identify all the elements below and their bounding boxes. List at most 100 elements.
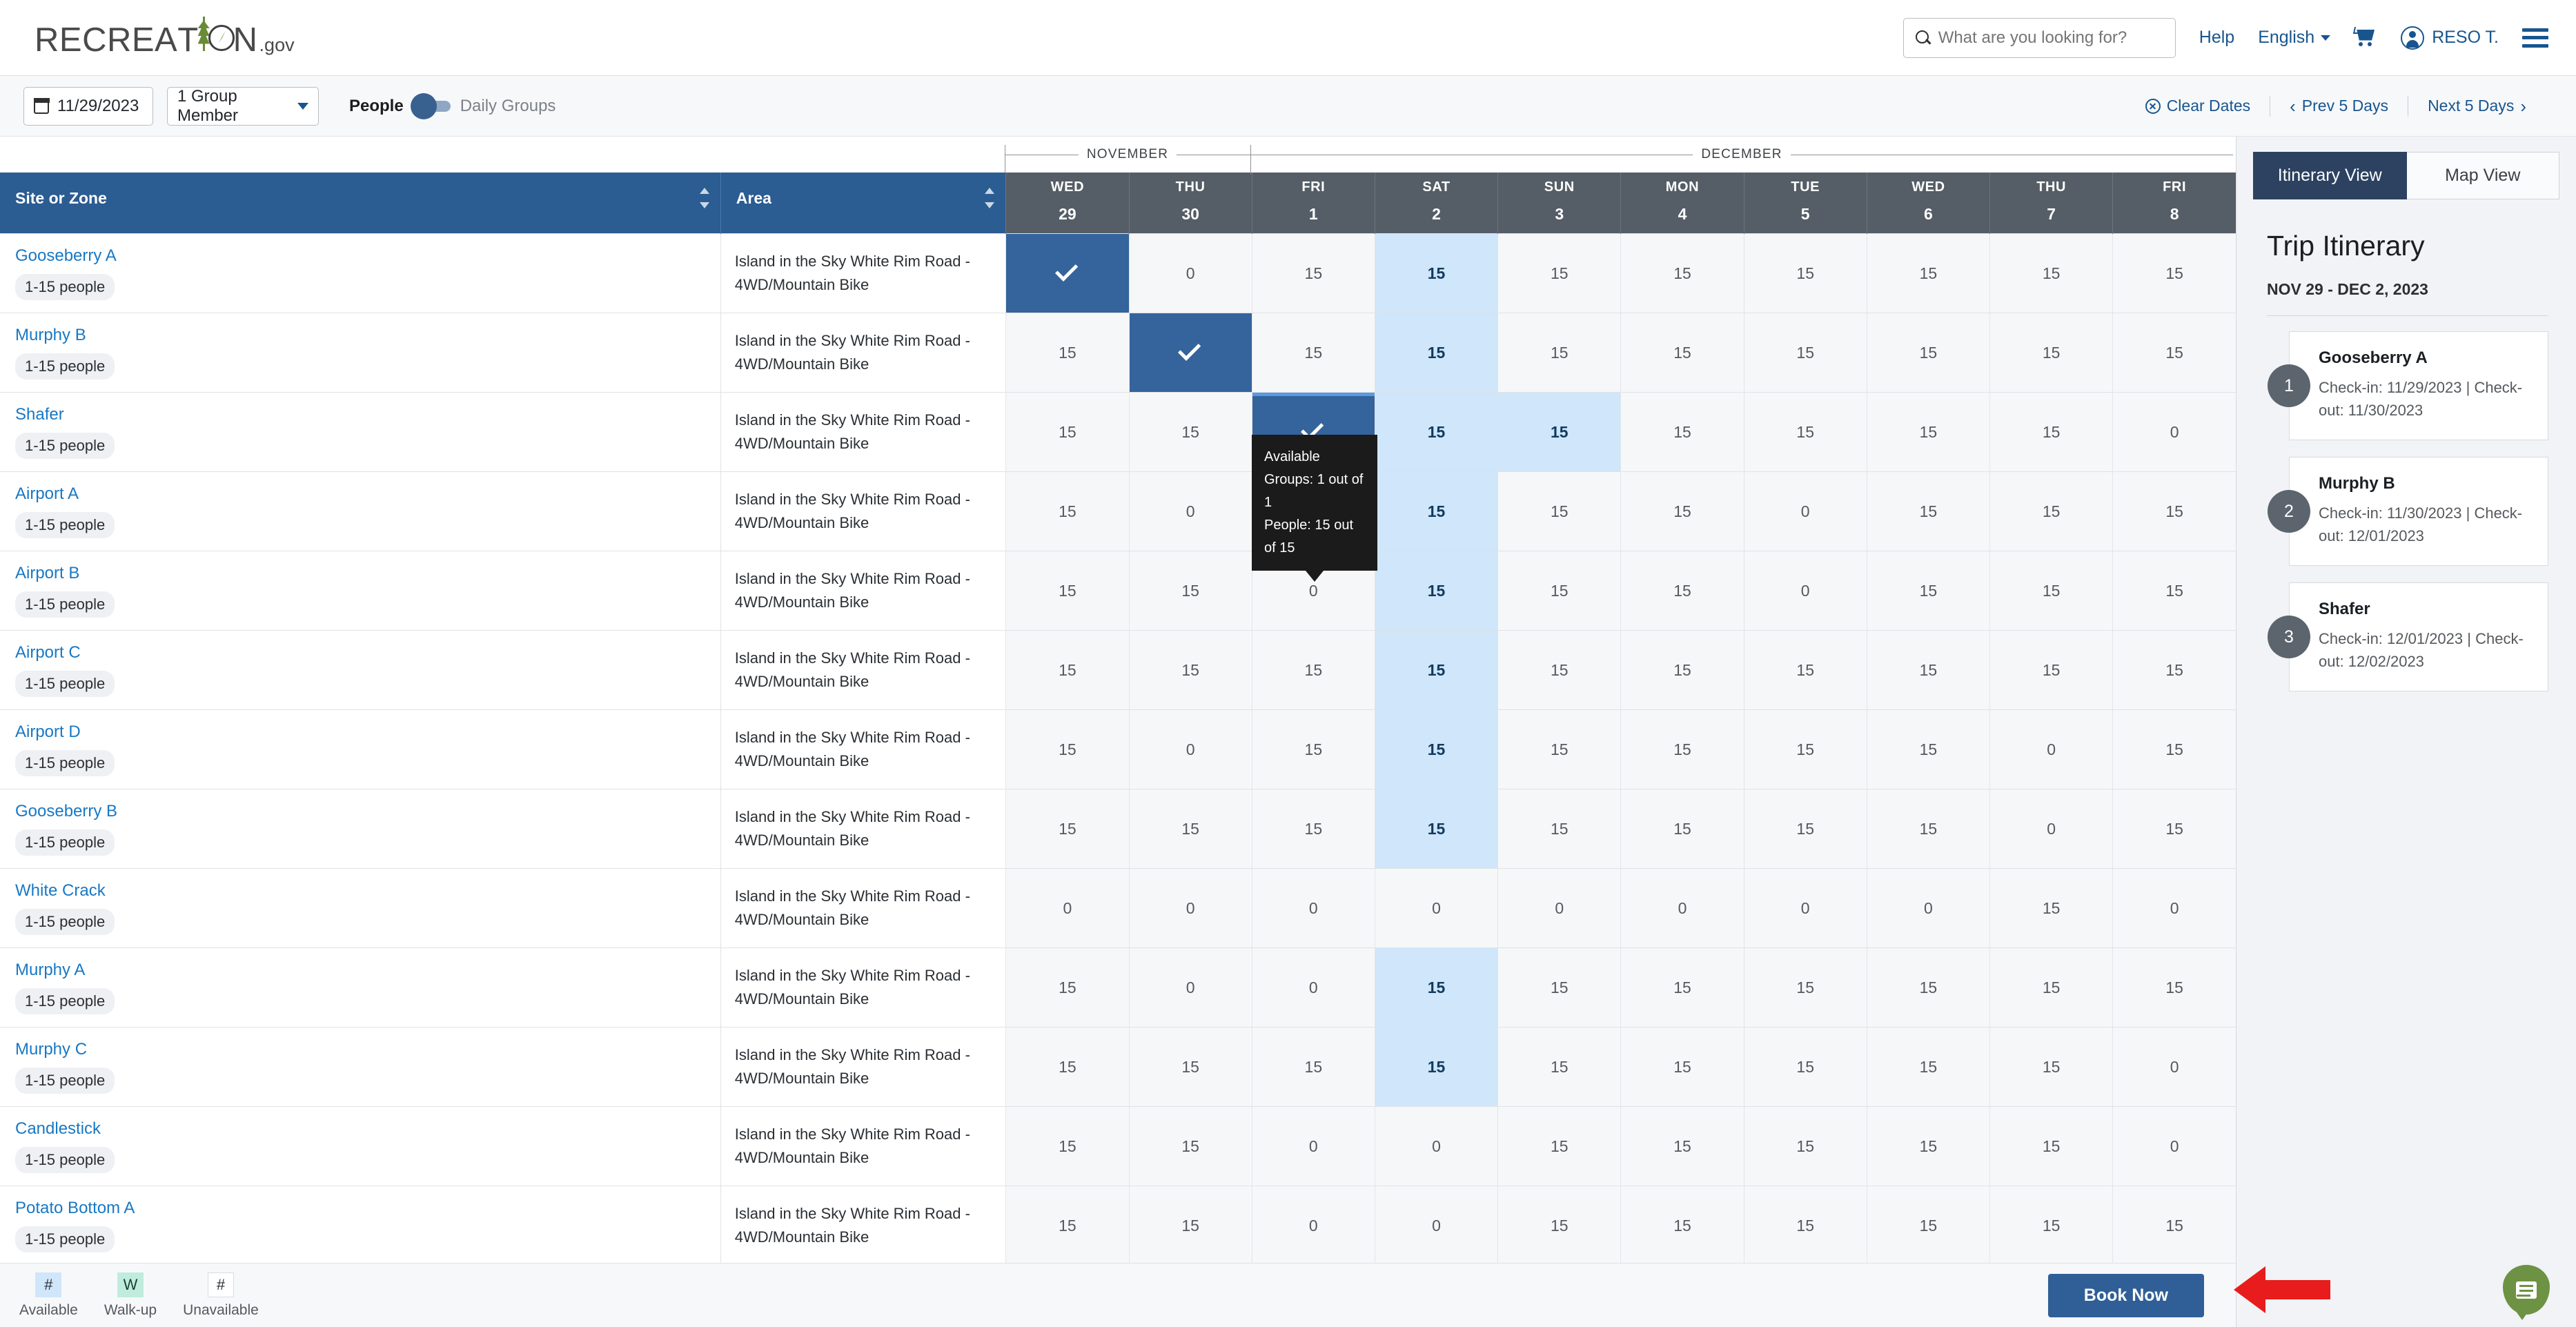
availability-cell[interactable]: 15	[1005, 1027, 1129, 1107]
next-5-days-button[interactable]: Next 5 Days ›	[2408, 97, 2546, 115]
availability-cell[interactable]: 15	[2112, 551, 2236, 631]
availability-cell[interactable]: 15	[1743, 1186, 1867, 1266]
availability-cell[interactable]: 0	[1251, 1186, 1375, 1266]
availability-cell[interactable]: 15	[1620, 947, 1744, 1028]
tab-map-view[interactable]: Map View	[2406, 152, 2559, 199]
site-link[interactable]: Airport A	[15, 484, 705, 504]
availability-cell[interactable]: 15	[1743, 392, 1867, 472]
availability-cell[interactable]: 15	[1989, 868, 2113, 948]
availability-cell[interactable]: 15	[1866, 709, 1990, 789]
availability-cell[interactable]: 0	[1620, 868, 1744, 948]
availability-cell[interactable]: 15	[1374, 1027, 1498, 1107]
availability-cell[interactable]: 0	[2112, 1106, 2236, 1186]
availability-cell[interactable]	[1128, 313, 1252, 393]
hamburger-menu-icon[interactable]	[2522, 28, 2548, 48]
availability-cell[interactable]: 15	[2112, 471, 2236, 551]
availability-cell[interactable]: 15	[1374, 471, 1498, 551]
availability-cell[interactable]: 0	[1128, 709, 1252, 789]
availability-cell[interactable]: 15	[1866, 1186, 1990, 1266]
availability-cell[interactable]: 15	[1251, 1027, 1375, 1107]
availability-cell[interactable]	[1005, 233, 1129, 313]
site-link[interactable]: Gooseberry A	[15, 246, 705, 266]
availability-cell[interactable]: 15	[1620, 471, 1744, 551]
site-link[interactable]: Candlestick	[15, 1119, 705, 1139]
availability-cell[interactable]: 15	[1128, 630, 1252, 710]
toggle-switch[interactable]	[410, 92, 451, 119]
availability-cell[interactable]: 15	[1005, 947, 1129, 1028]
language-selector[interactable]: English	[2258, 28, 2331, 48]
availability-cell[interactable]: 0	[1374, 1186, 1498, 1266]
column-header-area[interactable]: Area	[720, 173, 1006, 234]
availability-cell[interactable]: 15	[1866, 1106, 1990, 1186]
availability-cell[interactable]: 15	[2112, 233, 2236, 313]
availability-cell[interactable]: 15	[1743, 233, 1867, 313]
site-link[interactable]: Airport D	[15, 723, 705, 742]
availability-cell[interactable]: 15	[1620, 313, 1744, 393]
recreation-gov-logo[interactable]: RECRE A T N .gov	[35, 16, 295, 59]
availability-cell[interactable]: 15	[1128, 1106, 1252, 1186]
availability-cell[interactable]: 15	[1989, 471, 2113, 551]
availability-cell[interactable]: 15	[1620, 630, 1744, 710]
availability-cell[interactable]: 15	[1497, 551, 1621, 631]
availability-cell[interactable]: 0	[1251, 868, 1375, 948]
site-link[interactable]: Shafer	[15, 405, 705, 424]
site-link[interactable]: Potato Bottom A	[15, 1199, 705, 1218]
availability-cell[interactable]: 15	[1497, 392, 1621, 472]
availability-cell[interactable]: 15	[1128, 551, 1252, 631]
availability-cell[interactable]: 15	[1989, 551, 2113, 631]
availability-cell[interactable]: 15	[1620, 392, 1744, 472]
availability-cell[interactable]: 15	[1989, 233, 2113, 313]
search-box[interactable]	[1902, 17, 2176, 58]
group-member-select[interactable]: 1 Group Member	[167, 86, 319, 126]
availability-cell[interactable]: 15	[1374, 233, 1498, 313]
prev-5-days-button[interactable]: ‹ Prev 5 Days	[2270, 97, 2408, 115]
availability-cell[interactable]: 0	[1989, 709, 2113, 789]
availability-cell[interactable]: 15	[1620, 551, 1744, 631]
availability-cell[interactable]: 0	[1128, 947, 1252, 1028]
itinerary-item[interactable]: 2 Murphy B Check-in: 11/30/2023 | Check-ou…	[2268, 457, 2548, 566]
availability-cell[interactable]: 15	[1374, 947, 1498, 1028]
site-link[interactable]: Gooseberry B	[15, 802, 705, 821]
availability-cell[interactable]: 0	[1128, 471, 1252, 551]
availability-cell[interactable]: 15	[1251, 313, 1375, 393]
availability-cell[interactable]: 15	[1620, 233, 1744, 313]
site-link[interactable]: Murphy A	[15, 961, 705, 980]
availability-cell[interactable]: 0	[1128, 233, 1252, 313]
availability-cell[interactable]: 15	[1866, 233, 1990, 313]
availability-cell[interactable]: 15	[1620, 789, 1744, 869]
availability-cell[interactable]: 15	[1866, 630, 1990, 710]
availability-cell[interactable]: 15	[1497, 233, 1621, 313]
availability-cell[interactable]: 15	[1374, 789, 1498, 869]
availability-cell[interactable]: 15	[1620, 1027, 1744, 1107]
availability-cell[interactable]: 15	[1743, 709, 1867, 789]
availability-cell[interactable]: 0	[1743, 471, 1867, 551]
cart-icon[interactable]	[2353, 26, 2377, 49]
availability-cell[interactable]: 15	[1497, 789, 1621, 869]
help-link[interactable]: Help	[2199, 28, 2234, 48]
sort-icon[interactable]	[985, 188, 995, 208]
availability-cell[interactable]: 15	[1005, 313, 1129, 393]
availability-cell[interactable]: 15	[1989, 947, 2113, 1028]
availability-cell[interactable]: 15	[1497, 1106, 1621, 1186]
availability-cell[interactable]: 15	[2112, 313, 2236, 393]
site-link[interactable]: White Crack	[15, 881, 705, 901]
availability-cell[interactable]: 15	[1005, 709, 1129, 789]
availability-cell[interactable]: 15	[1743, 1106, 1867, 1186]
availability-cell[interactable]: 15	[1866, 551, 1990, 631]
availability-cell[interactable]: 15	[1620, 709, 1744, 789]
availability-cell[interactable]: 15	[1005, 630, 1129, 710]
availability-cell[interactable]: 15	[1251, 630, 1375, 710]
itinerary-item[interactable]: 3 Shafer Check-in: 12/01/2023 | Check-out:…	[2268, 582, 2548, 691]
availability-cell[interactable]: 15	[1866, 392, 1990, 472]
availability-cell[interactable]: 0	[1743, 551, 1867, 631]
date-input[interactable]: 11/29/2023	[23, 86, 153, 126]
itinerary-item[interactable]: 1 Gooseberry A Check-in: 11/29/2023 | Chec…	[2268, 331, 2548, 440]
availability-cell[interactable]: 15	[1374, 709, 1498, 789]
availability-cell[interactable]: 0	[1497, 868, 1621, 948]
availability-cell[interactable]: 0	[1374, 868, 1498, 948]
availability-cell[interactable]: 0	[1251, 947, 1375, 1028]
availability-cell[interactable]: 15	[1497, 947, 1621, 1028]
availability-cell[interactable]: 15	[1866, 947, 1990, 1028]
availability-cell[interactable]: 15	[2112, 1186, 2236, 1266]
availability-cell[interactable]: 0	[2112, 392, 2236, 472]
